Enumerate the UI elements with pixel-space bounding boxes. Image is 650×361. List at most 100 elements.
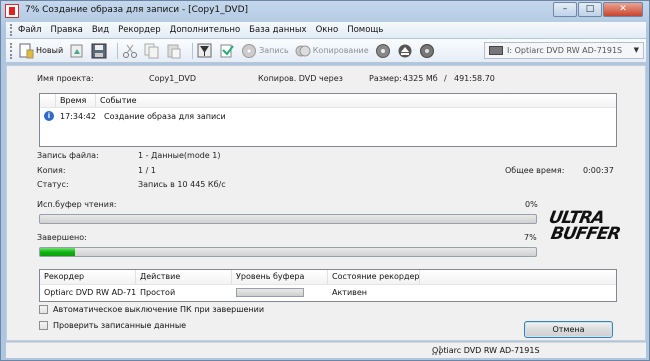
completed-label: Завершено:	[37, 233, 87, 242]
toolbar: Новый Запись Копирование I: Optiarc DVD …	[6, 39, 646, 63]
log-column-time[interactable]: Время	[56, 94, 96, 107]
buffer-level-cell	[232, 288, 328, 297]
read-buffer-label: Исп.буфер чтения:	[37, 200, 117, 209]
paste-icon	[166, 43, 182, 59]
filter-button[interactable]	[197, 43, 213, 59]
minimize-button[interactable]: –	[553, 2, 577, 17]
properties-icon	[219, 43, 235, 59]
size-value: 4325 Мб	[403, 74, 438, 83]
close-button[interactable]: ✕	[603, 2, 643, 17]
menu-recorder[interactable]: Рекордер	[118, 25, 161, 35]
verify-option[interactable]: Проверить записанные данные	[39, 321, 186, 330]
toolbar-grip[interactable]	[10, 42, 13, 59]
eject-button[interactable]	[397, 43, 413, 59]
size-label: Размер:	[369, 74, 402, 83]
status-bar-drive: Optiarc DVD RW AD-7191S	[432, 346, 540, 355]
menu-file[interactable]: Файл	[18, 25, 41, 35]
status-value: Запись в 10 445 Кб/с	[138, 180, 226, 189]
logo-line-2: BUFFER	[549, 224, 622, 244]
menu-view[interactable]: Вид	[92, 25, 109, 35]
disc-info-button[interactable]	[375, 43, 391, 59]
eject-icon	[397, 43, 413, 59]
menu-database[interactable]: База данных	[249, 25, 306, 35]
new-document-icon	[18, 43, 34, 59]
log-row-time: 17:34:42	[60, 111, 96, 121]
drive-icon	[489, 46, 503, 55]
burn-button[interactable]: Запись	[241, 43, 289, 59]
recorder-column[interactable]: Рекордер	[40, 270, 136, 284]
maximize-button[interactable]: □	[578, 2, 602, 17]
drive-select-value: I: Optiarc DVD RW AD-7191S	[507, 46, 623, 55]
toolbar-separator	[117, 42, 119, 59]
completed-percent: 7%	[524, 233, 537, 242]
copy-disc-button-label: Копирование	[312, 46, 369, 55]
filter-icon	[197, 43, 213, 59]
copy-icon	[144, 43, 160, 59]
cancel-button[interactable]: Отмена	[524, 321, 613, 338]
writing-file-value: 1 - Данные(mode 1)	[138, 151, 221, 160]
window-title: 7% Создание образа для записи - [Copy1_D…	[25, 5, 249, 15]
app-window: 7% Создание образа для записи - [Copy1_D…	[0, 0, 650, 361]
app-icon	[5, 4, 19, 18]
properties-button[interactable]	[219, 43, 235, 59]
menu-bar: Файл Правка Вид Рекордер Дополнительно Б…	[6, 22, 646, 38]
copy-button[interactable]	[144, 43, 160, 59]
menu-help[interactable]: Помощь	[347, 25, 383, 35]
log-icon-column	[40, 94, 56, 107]
recorder-state-column[interactable]: Состояние рекордер...	[328, 270, 420, 284]
burn-disc-icon	[241, 43, 257, 59]
erase-button[interactable]	[419, 43, 435, 59]
window-controls: – □ ✕	[552, 2, 643, 17]
auto-shutdown-checkbox[interactable]	[39, 305, 48, 314]
toolbar-separator	[192, 42, 194, 59]
copy-disc-icon	[295, 43, 311, 59]
log-row-event: Создание образа для записи	[104, 111, 226, 121]
status-bar: Optiarc DVD RW AD-7191S	[6, 342, 646, 358]
verify-checkbox[interactable]	[39, 321, 48, 330]
menu-extras[interactable]: Дополнительно	[170, 25, 241, 35]
open-folder-icon	[69, 43, 85, 59]
completed-progress-bar	[39, 247, 537, 257]
writing-file-label: Запись файла:	[37, 151, 99, 160]
action-cell: Простой	[140, 288, 176, 297]
buffer-level-column[interactable]: Уровень буфера	[232, 270, 328, 284]
event-log[interactable]: Время Событие i 17:34:42 Создание образа…	[39, 93, 617, 147]
open-button[interactable]	[69, 43, 85, 59]
recorder-table[interactable]: Рекордер Действие Уровень буфера Состоян…	[39, 269, 617, 302]
cut-button[interactable]	[122, 43, 138, 59]
burn-progress-panel: Имя проекта: Copy1_DVD Копиров. DVD чере…	[6, 65, 646, 341]
menubar-grip[interactable]	[10, 24, 13, 36]
auto-shutdown-option[interactable]: Автоматическое выключение ПК при заверше…	[39, 305, 264, 314]
copy-via-label: Копиров. DVD через	[258, 74, 343, 83]
ultrabuffer-logo: ULTRA BUFFER	[547, 208, 622, 250]
menu-window[interactable]: Окно	[316, 25, 339, 35]
info-icon: i	[44, 111, 54, 121]
verify-label: Проверить записанные данные	[53, 321, 187, 330]
burn-button-label: Запись	[259, 46, 289, 55]
chevron-down-icon: ▼	[633, 46, 639, 54]
resize-grip[interactable]	[432, 346, 441, 355]
copy-disc-button[interactable]: Копирование	[295, 43, 369, 59]
action-column[interactable]: Действие	[136, 270, 232, 284]
new-button-label: Новый	[36, 46, 64, 55]
copy-count-value: 1 / 1	[138, 166, 156, 175]
size-time-value: 491:58.70	[454, 74, 495, 83]
copy-count-label: Копия:	[37, 166, 66, 175]
read-buffer-progress-bar	[39, 214, 537, 224]
save-button[interactable]	[91, 43, 107, 59]
paste-button[interactable]	[166, 43, 182, 59]
disc-info-icon	[375, 43, 391, 59]
recorder-table-header: Рекордер Действие Уровень буфера Состоян…	[40, 270, 616, 285]
table-row[interactable]: Optiarc DVD RW AD-71... Простой Активен	[40, 285, 616, 300]
new-button[interactable]: Новый	[18, 43, 63, 59]
log-column-event[interactable]: Событие	[96, 94, 616, 107]
erase-disc-icon	[419, 43, 435, 59]
event-log-header: Время Событие	[40, 94, 616, 108]
drive-select[interactable]: I: Optiarc DVD RW AD-7191S ▼	[484, 42, 644, 59]
save-icon	[91, 43, 107, 59]
menu-edit[interactable]: Правка	[50, 25, 82, 35]
log-row[interactable]: i 17:34:42 Создание образа для записи	[40, 108, 616, 124]
buffer-level-bar	[236, 288, 304, 297]
recorder-cell: Optiarc DVD RW AD-71...	[44, 288, 136, 297]
title-bar[interactable]: 7% Создание образа для записи - [Copy1_D…	[1, 1, 649, 21]
